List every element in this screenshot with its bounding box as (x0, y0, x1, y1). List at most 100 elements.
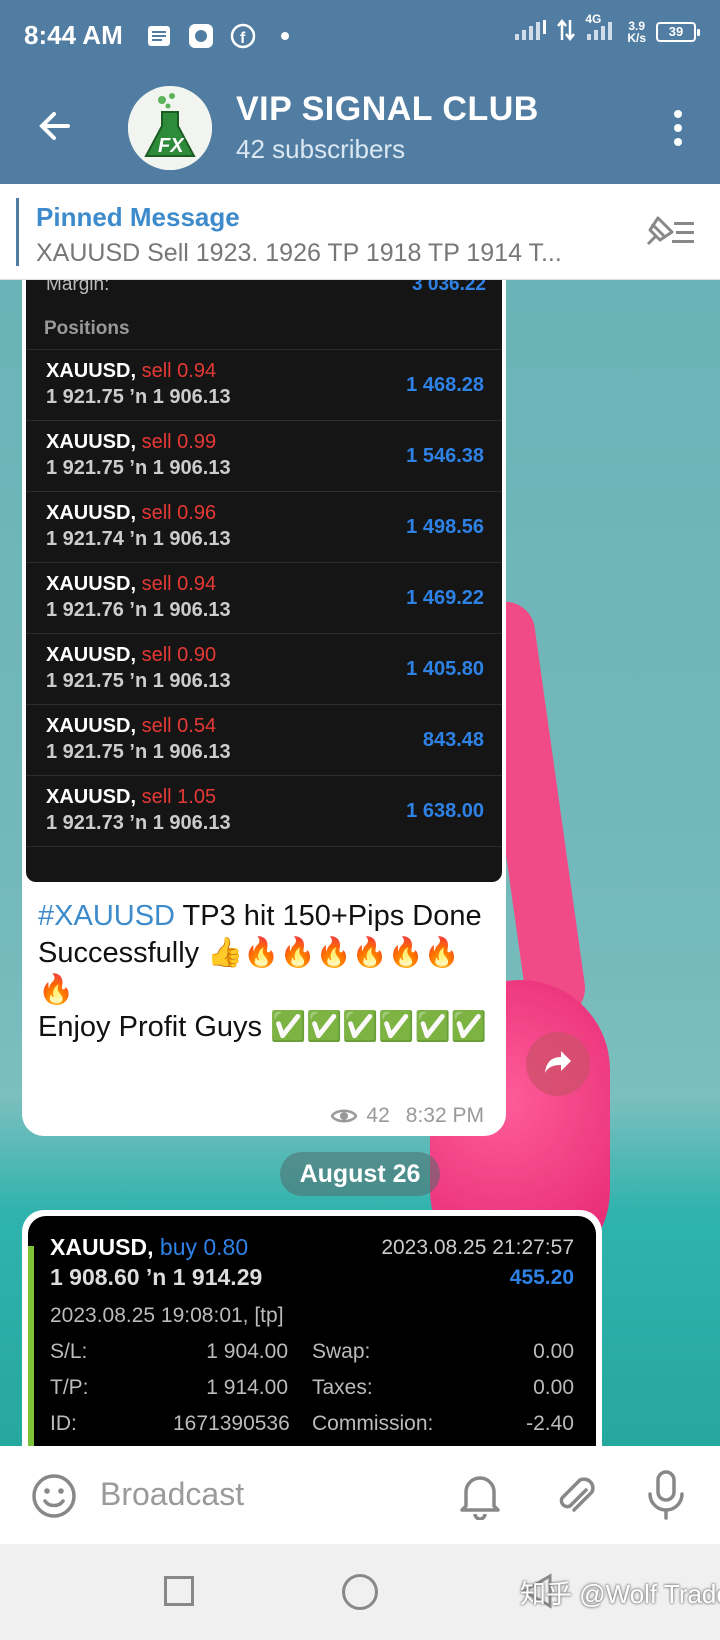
chat-area[interactable]: Margin: 3 036.22 Positions XAUUSD, sell … (0, 280, 720, 1446)
message-bubble[interactable]: XAUUSD, buy 0.80 2023.08.25 21:27:57 1 9… (22, 1210, 602, 1446)
margin-label: Margin: (46, 280, 110, 295)
position-row: XAUUSD, sell 0.94 1 921.76 ’n 1 906.13 1… (26, 563, 502, 634)
position-direction: sell 0.90 (141, 644, 217, 666)
subscriber-count: 42 subscribers (236, 134, 406, 164)
date-separator: August 26 (280, 1152, 440, 1196)
position-direction: sell 0.99 (141, 431, 217, 453)
trade-open-info: 2023.08.25 19:08:01, [tp] (50, 1304, 284, 1327)
tp-label: T/P: (50, 1376, 89, 1399)
position-profit: 1 498.56 (406, 516, 484, 538)
position-direction: sell 0.94 (141, 360, 217, 382)
message-text: #XAUUSD TP3 hit 150+Pips Done Successful… (38, 898, 494, 1046)
position-symbol: XAUUSD, sell 0.96 (46, 502, 217, 524)
position-symbol: XAUUSD, sell 1.05 (46, 786, 217, 808)
notification-icons: f (145, 22, 299, 50)
trade-accent-bar (28, 1246, 34, 1446)
message-line-2: Successfully 👍🔥🔥🔥🔥🔥🔥🔥 (38, 937, 460, 1006)
sl-value: 1 904.00 (206, 1340, 288, 1363)
channel-title[interactable]: VIP SIGNAL CLUB (236, 90, 539, 129)
position-profit: 1 638.00 (406, 800, 484, 822)
emoji-icon[interactable] (30, 1472, 78, 1520)
message-bubble[interactable]: Margin: 3 036.22 Positions XAUUSD, sell … (22, 280, 506, 1136)
margin-row: Margin: 3 036.22 (46, 280, 486, 302)
swap-value: 0.00 (533, 1340, 574, 1363)
microphone-icon[interactable] (642, 1468, 690, 1522)
position-prices: 1 921.75 ’n 1 906.13 (46, 457, 231, 479)
taxes-label: Taxes: (312, 1376, 373, 1399)
broadcast-input-bar: Broadcast (0, 1446, 720, 1544)
signal-4g-icon: 4G (585, 12, 617, 45)
trade-prices: 1 908.60 ’n 1 914.29 (50, 1264, 263, 1290)
app-notification-icon (187, 22, 215, 50)
notification-bell-icon[interactable] (456, 1470, 504, 1521)
watermark-text: 知乎 @Wolf Trader (520, 1579, 720, 1609)
margin-value: 3 036.22 (412, 280, 486, 295)
message-time: 8:32 PM (405, 1104, 484, 1127)
status-time: 8:44 AM (24, 20, 123, 50)
pinned-indicator (16, 198, 19, 266)
swap-label: Swap: (312, 1340, 371, 1363)
broadcast-input[interactable]: Broadcast (100, 1476, 244, 1513)
sl-label: S/L: (50, 1340, 88, 1363)
network-type-label: 4G (585, 12, 602, 26)
hashtag-link[interactable]: #XAUUSD (38, 900, 175, 932)
more-notifications-dot-icon (271, 22, 299, 50)
position-symbol: XAUUSD, sell 0.94 (46, 360, 217, 382)
tp-value: 1 914.00 (206, 1376, 288, 1399)
trade-screenshot[interactable]: Margin: 3 036.22 Positions XAUUSD, sell … (26, 280, 502, 882)
position-prices: 1 921.74 ’n 1 906.13 (46, 528, 231, 550)
position-profit: 1 469.22 (406, 587, 484, 609)
status-bar: 8:44 AM f 4G 3.9 K/s 39 (0, 0, 720, 72)
position-symbol: XAUUSD, sell 0.99 (46, 431, 217, 453)
position-prices: 1 921.76 ’n 1 906.13 (46, 599, 231, 621)
commission-label: Commission: (312, 1412, 434, 1435)
position-profit: 843.48 (422, 729, 484, 751)
position-row: XAUUSD, sell 1.05 1 921.73 ’n 1 906.13 1… (26, 776, 502, 847)
message-meta: 42 8:32 PM (330, 1104, 484, 1128)
position-prices: 1 921.73 ’n 1 906.13 (46, 812, 231, 834)
recents-square-icon[interactable] (164, 1576, 194, 1606)
trade-close-time: 2023.08.25 21:27:57 (381, 1236, 574, 1259)
svg-text:f: f (240, 30, 246, 47)
commission-value: -2.40 (526, 1412, 574, 1435)
more-options-icon[interactable] (672, 108, 684, 148)
position-prices: 1 921.75 ’n 1 906.13 (46, 386, 231, 408)
system-nav-bar: 知乎 @Wolf Trader (0, 1544, 720, 1640)
status-indicators: 4G 3.9 K/s 39 (513, 12, 700, 45)
id-label: ID: (50, 1412, 77, 1435)
trade-profit: 455.20 (509, 1266, 574, 1289)
id-value: 1671390536 (173, 1412, 290, 1435)
pinned-message-bar[interactable]: Pinned Message XAUUSD Sell 1923. 1926 TP… (0, 184, 720, 280)
position-profit: 1 405.80 (406, 658, 484, 680)
position-row: XAUUSD, sell 0.94 1 921.75 ’n 1 906.13 1… (26, 350, 502, 421)
forward-button[interactable] (526, 1032, 590, 1096)
network-speed: 3.9 K/s (627, 20, 646, 44)
position-direction: sell 0.54 (141, 715, 217, 737)
attachment-icon[interactable] (552, 1470, 600, 1520)
home-circle-icon[interactable] (342, 1574, 378, 1610)
pinned-list-icon[interactable] (642, 214, 696, 250)
signal-strength-icon (513, 18, 547, 45)
facebook-icon: f (229, 22, 257, 50)
positions-header: Positions (26, 306, 502, 350)
position-row: XAUUSD, sell 0.99 1 921.75 ’n 1 906.13 1… (26, 421, 502, 492)
position-direction: sell 0.94 (141, 573, 217, 595)
position-row: XAUUSD, sell 0.90 1 921.75 ’n 1 906.13 1… (26, 634, 502, 705)
back-arrow-icon[interactable] (34, 106, 74, 146)
avatar-logo-text: FX (158, 135, 185, 157)
message-line-3: Enjoy Profit Guys ✅✅✅✅✅✅ (38, 1011, 487, 1043)
trade-symbol: XAUUSD, buy 0.80 (50, 1234, 249, 1260)
view-count: 42 (366, 1104, 390, 1127)
message-notification-icon (145, 22, 173, 50)
battery-icon: 39 (656, 21, 700, 42)
position-profit: 1 468.28 (406, 374, 484, 396)
position-prices: 1 921.75 ’n 1 906.13 (46, 741, 231, 763)
pinned-text: XAUUSD Sell 1923. 1926 TP 1918 TP 1914 T… (36, 239, 562, 267)
channel-avatar[interactable]: FX (128, 86, 212, 170)
trade-screenshot[interactable]: XAUUSD, buy 0.80 2023.08.25 21:27:57 1 9… (28, 1216, 596, 1446)
network-speed-unit: K/s (627, 30, 646, 45)
pinned-title: Pinned Message (36, 202, 240, 232)
position-symbol: XAUUSD, sell 0.90 (46, 644, 217, 666)
taxes-value: 0.00 (533, 1376, 574, 1399)
chat-header: FX VIP SIGNAL CLUB 42 subscribers (0, 72, 720, 184)
